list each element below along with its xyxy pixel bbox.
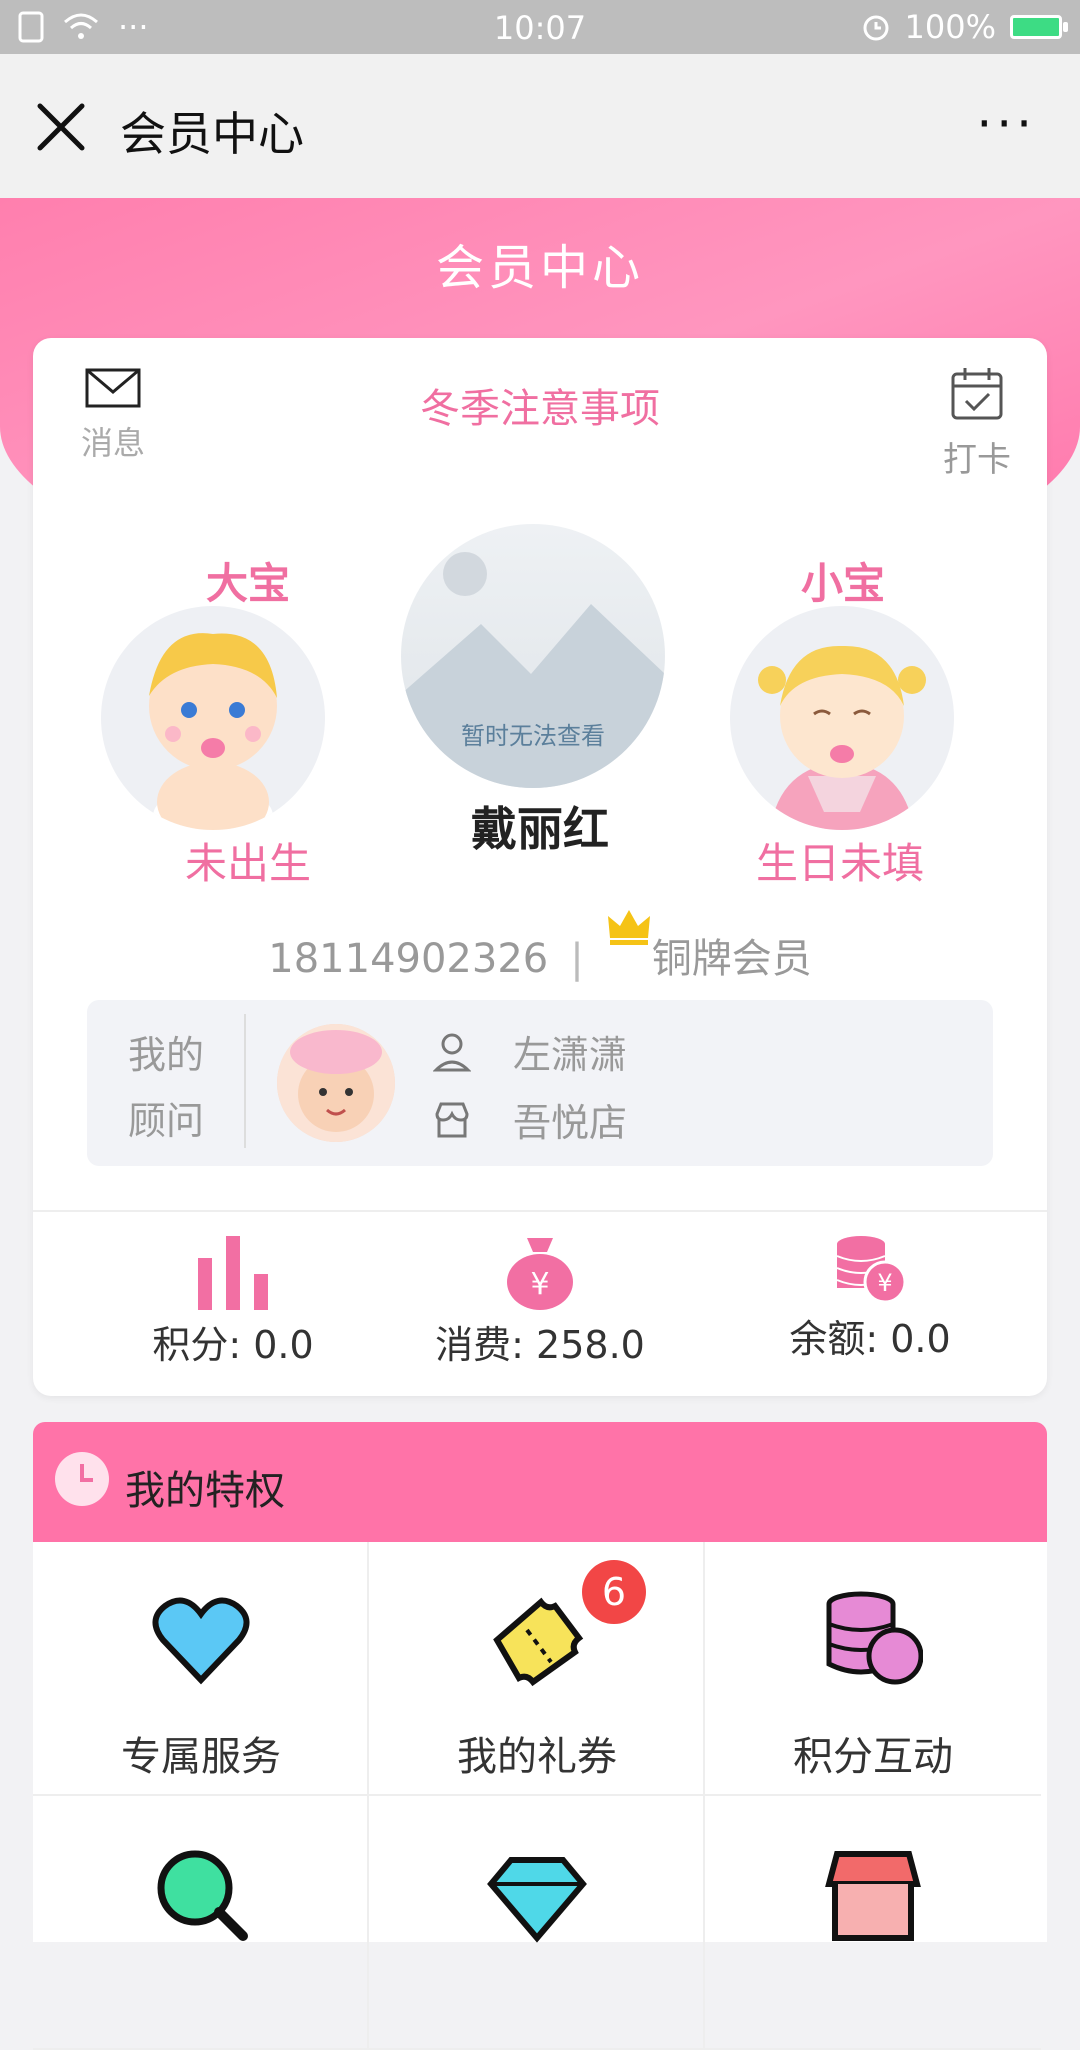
money-bag-icon: ¥ [507,1238,573,1310]
privileges-grid: 专属服务 我的礼券 积分互动 [33,1542,1047,2050]
privilege-search[interactable] [33,1796,369,2050]
kid1-label: 大宝 [205,559,290,608]
crown-icon [606,906,652,956]
close-icon[interactable] [34,100,88,154]
kid2-status: 生日未填 [755,839,924,888]
points-label: 积分: 0.0 [152,1323,314,1367]
checkin-label: 打卡 [943,440,1011,480]
privilege-label: 积分互动 [793,1734,953,1780]
privilege-diamond[interactable] [369,1796,705,2050]
store-icon [435,1102,469,1137]
advisor-name: 左潇潇 [513,1033,628,1077]
advisor-store-row: 吾悦店 [433,1092,627,1147]
member-info-line: 18114902326 | 铜牌会员 [33,910,1047,984]
ticket-icon [493,1597,584,1687]
calendar-check-icon [951,368,1003,420]
title-bar: 会员中心 ··· [0,54,1080,199]
baby-girl-icon [758,645,926,830]
spending-label: 消费: 258.0 [435,1323,645,1367]
window-title: 会员中心 [120,107,304,161]
advisor-avatar [277,1024,395,1142]
advisor-divider [244,1014,246,1148]
notice-link[interactable]: 冬季注意事项 [33,376,1047,434]
info-separator: | [570,936,584,982]
person-icon [433,1033,471,1071]
card-divider [33,1210,1047,1212]
status-bar: ··· 10:07 100% [0,0,1080,54]
battery-percent: 100% [904,8,996,46]
privilege-coupons[interactable]: 我的礼券 [369,1542,705,1796]
advisor-label: 我的 顾问 [127,1033,204,1143]
advisor-name-row: 左潇潇 [433,1024,627,1079]
advisor-store: 吾悦店 [513,1101,628,1145]
coin-stack-icon [826,1591,923,1685]
balance-stat[interactable]: ¥ 余额: 0.0 [720,1234,1020,1363]
coupon-count-badge: 6 [582,1560,646,1624]
avatar-caption: 暂时无法查看 [461,722,605,750]
bar-chart-icon [198,1236,268,1310]
privilege-exclusive-service[interactable]: 专属服务 [33,1542,369,1796]
privilege-shop[interactable] [705,1796,1041,2050]
more-menu-button[interactable]: ··· [976,99,1036,149]
spending-stat[interactable]: ¥ 消费: 258.0 [390,1234,690,1369]
privilege-label: 专属服务 [121,1734,281,1780]
privilege-label: 我的礼券 [457,1734,617,1780]
page-title: 会员中心 [435,240,644,296]
svg-text:¥: ¥ [877,1269,892,1297]
heart-icon [152,1597,250,1685]
points-stat[interactable]: 积分: 0.0 [83,1234,383,1369]
shop-icon [825,1851,921,1941]
alarm-icon [863,15,889,41]
member-card: 消息 冬季注意事项 打卡 大宝 未出生 暂时无法查看 戴丽红 小宝 生日未填 1… [33,338,1047,1396]
privileges-title: 我的特权 [125,1468,285,1514]
kid2-label: 小宝 [800,559,885,608]
privilege-points-interaction[interactable]: 积分互动 [705,1542,1041,1796]
search-icon [157,1850,248,1941]
member-avatar[interactable]: 暂时无法查看 [401,524,665,788]
member-level: 铜牌会员 [651,936,812,982]
diamond-icon [487,1857,587,1943]
kid2-avatar[interactable] [730,606,954,830]
balance-label: 余额: 0.0 [789,1317,951,1361]
privileges-header: 我的特权 [33,1422,1047,1542]
battery-icon [1010,15,1068,39]
advisor-panel[interactable]: 我的 顾问 左潇潇 吾悦店 [87,1000,993,1166]
member-phone: 18114902326 [268,936,549,982]
checkin-button[interactable]: 打卡 [937,366,1017,481]
coins-icon: ¥ [836,1236,905,1304]
clock-icon [55,1452,109,1506]
svg-text:¥: ¥ [530,1267,549,1302]
